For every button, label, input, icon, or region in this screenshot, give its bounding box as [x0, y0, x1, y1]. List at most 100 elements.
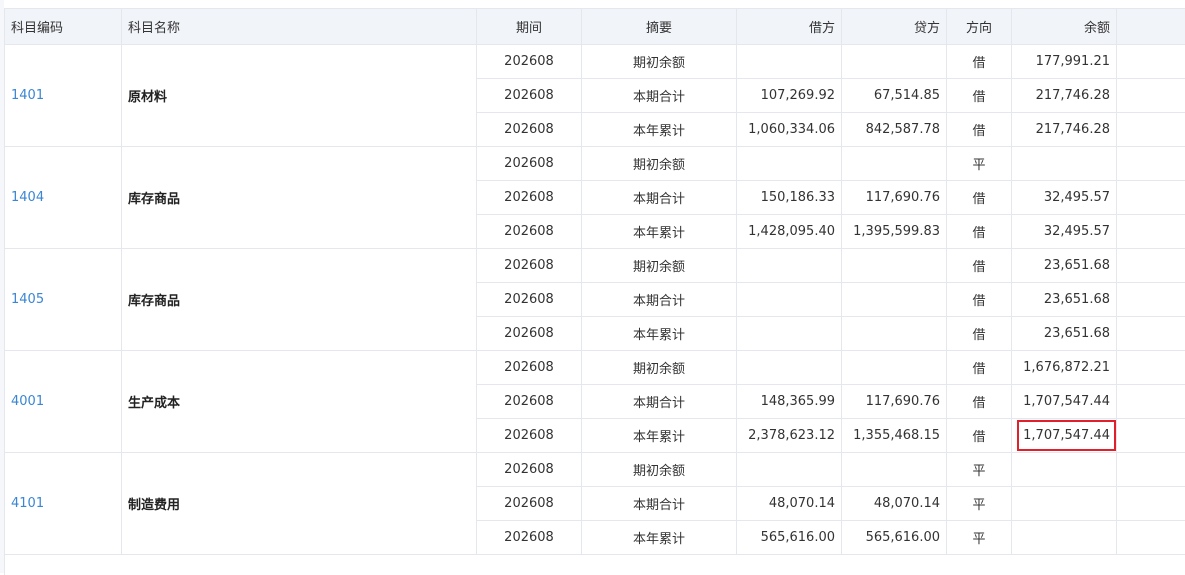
- credit-cell: [842, 317, 947, 351]
- summary-cell: 本期合计: [582, 385, 737, 419]
- debit-cell: 2,378,623.12: [737, 419, 842, 453]
- debit-cell: 48,070.14: [737, 487, 842, 521]
- account-code-link[interactable]: 4101: [5, 453, 122, 555]
- balance-cell: 32,495.57: [1012, 215, 1117, 249]
- col-header-credit[interactable]: 贷方: [842, 9, 947, 45]
- direction-cell: 借: [947, 351, 1012, 385]
- table-tail-row: [5, 555, 1185, 575]
- credit-cell: [842, 283, 947, 317]
- col-header-account-code[interactable]: 科目编码: [5, 9, 122, 45]
- table-row[interactable]: 1404库存商品202608期初余额平: [5, 147, 1185, 181]
- balance-cell: 23,651.68: [1012, 283, 1117, 317]
- credit-cell: 842,587.78: [842, 113, 947, 147]
- balance-cell: 32,495.57: [1012, 181, 1117, 215]
- account-name: 原材料: [122, 45, 477, 147]
- credit-cell: 1,355,468.15: [842, 419, 947, 453]
- direction-cell: 借: [947, 113, 1012, 147]
- spacer-cell: [1117, 45, 1185, 79]
- account-code-link[interactable]: 4001: [5, 351, 122, 453]
- period-cell: 202608: [477, 45, 582, 79]
- summary-cell: 本期合计: [582, 181, 737, 215]
- summary-cell: 期初余额: [582, 45, 737, 79]
- credit-cell: [842, 249, 947, 283]
- credit-cell: [842, 147, 947, 181]
- table-row[interactable]: 4001生产成本202608期初余额借1,676,872.21: [5, 351, 1185, 385]
- account-name: 生产成本: [122, 351, 477, 453]
- debit-cell: [737, 45, 842, 79]
- period-cell: 202608: [477, 79, 582, 113]
- direction-cell: 借: [947, 181, 1012, 215]
- col-header-summary[interactable]: 摘要: [582, 9, 737, 45]
- ledger-body: 1401原材料202608期初余额借177,991.21202608本期合计10…: [5, 45, 1185, 575]
- summary-cell: 期初余额: [582, 249, 737, 283]
- debit-cell: 1,428,095.40: [737, 215, 842, 249]
- balance-cell: 23,651.68: [1012, 249, 1117, 283]
- summary-cell: 本年累计: [582, 215, 737, 249]
- balance-cell: [1012, 453, 1117, 487]
- direction-cell: 平: [947, 147, 1012, 181]
- direction-cell: 借: [947, 317, 1012, 351]
- balance-cell: 177,991.21: [1012, 45, 1117, 79]
- spacer-cell: [1117, 249, 1185, 283]
- period-cell: 202608: [477, 317, 582, 351]
- debit-cell: [737, 351, 842, 385]
- spacer-cell: [1117, 283, 1185, 317]
- debit-cell: [737, 453, 842, 487]
- debit-cell: 1,060,334.06: [737, 113, 842, 147]
- period-cell: 202608: [477, 453, 582, 487]
- summary-cell: 本年累计: [582, 317, 737, 351]
- credit-cell: [842, 45, 947, 79]
- balance-cell-highlighted: 1,707,547.44: [1012, 419, 1117, 453]
- account-code-link[interactable]: 1401: [5, 45, 122, 147]
- direction-cell: 借: [947, 249, 1012, 283]
- table-row[interactable]: 1405库存商品202608期初余额借23,651.68: [5, 249, 1185, 283]
- period-cell: 202608: [477, 215, 582, 249]
- balance-cell: [1012, 147, 1117, 181]
- summary-cell: 期初余额: [582, 147, 737, 181]
- period-cell: 202608: [477, 113, 582, 147]
- credit-cell: [842, 453, 947, 487]
- spacer-cell: [1117, 385, 1185, 419]
- spacer-cell: [1117, 453, 1185, 487]
- col-header-direction[interactable]: 方向: [947, 9, 1012, 45]
- debit-cell: 107,269.92: [737, 79, 842, 113]
- table-row[interactable]: 1401原材料202608期初余额借177,991.21: [5, 45, 1185, 79]
- col-header-spacer: [1117, 9, 1185, 45]
- direction-cell: 借: [947, 419, 1012, 453]
- balance-cell: 217,746.28: [1012, 79, 1117, 113]
- col-header-period[interactable]: 期间: [477, 9, 582, 45]
- col-header-balance[interactable]: 余额: [1012, 9, 1117, 45]
- account-name: 库存商品: [122, 249, 477, 351]
- period-cell: 202608: [477, 249, 582, 283]
- balance-cell: 217,746.28: [1012, 113, 1117, 147]
- credit-cell: 565,616.00: [842, 521, 947, 555]
- account-ledger-table: 科目编码 科目名称 期间 摘要 借方 贷方 方向 余额 1401原材料20260…: [4, 8, 1185, 575]
- debit-cell: [737, 147, 842, 181]
- credit-cell: 48,070.14: [842, 487, 947, 521]
- debit-cell: [737, 283, 842, 317]
- spacer-cell: [1117, 181, 1185, 215]
- debit-cell: 150,186.33: [737, 181, 842, 215]
- period-cell: 202608: [477, 351, 582, 385]
- account-code-link[interactable]: 1405: [5, 249, 122, 351]
- balance-cell: 1,676,872.21: [1012, 351, 1117, 385]
- table-row[interactable]: 4101制造费用202608期初余额平: [5, 453, 1185, 487]
- debit-cell: 148,365.99: [737, 385, 842, 419]
- summary-cell: 本年累计: [582, 113, 737, 147]
- credit-cell: 117,690.76: [842, 181, 947, 215]
- period-cell: 202608: [477, 181, 582, 215]
- col-header-debit[interactable]: 借方: [737, 9, 842, 45]
- summary-cell: 本年累计: [582, 521, 737, 555]
- debit-cell: 565,616.00: [737, 521, 842, 555]
- table-header-row: 科目编码 科目名称 期间 摘要 借方 贷方 方向 余额: [5, 9, 1185, 45]
- spacer-cell: [1117, 147, 1185, 181]
- period-cell: 202608: [477, 521, 582, 555]
- account-code-link[interactable]: 1404: [5, 147, 122, 249]
- summary-cell: 本期合计: [582, 283, 737, 317]
- balance-cell: 23,651.68: [1012, 317, 1117, 351]
- summary-cell: 本年累计: [582, 419, 737, 453]
- spacer-cell: [1117, 419, 1185, 453]
- period-cell: 202608: [477, 385, 582, 419]
- col-header-account-name[interactable]: 科目名称: [122, 9, 477, 45]
- period-cell: 202608: [477, 147, 582, 181]
